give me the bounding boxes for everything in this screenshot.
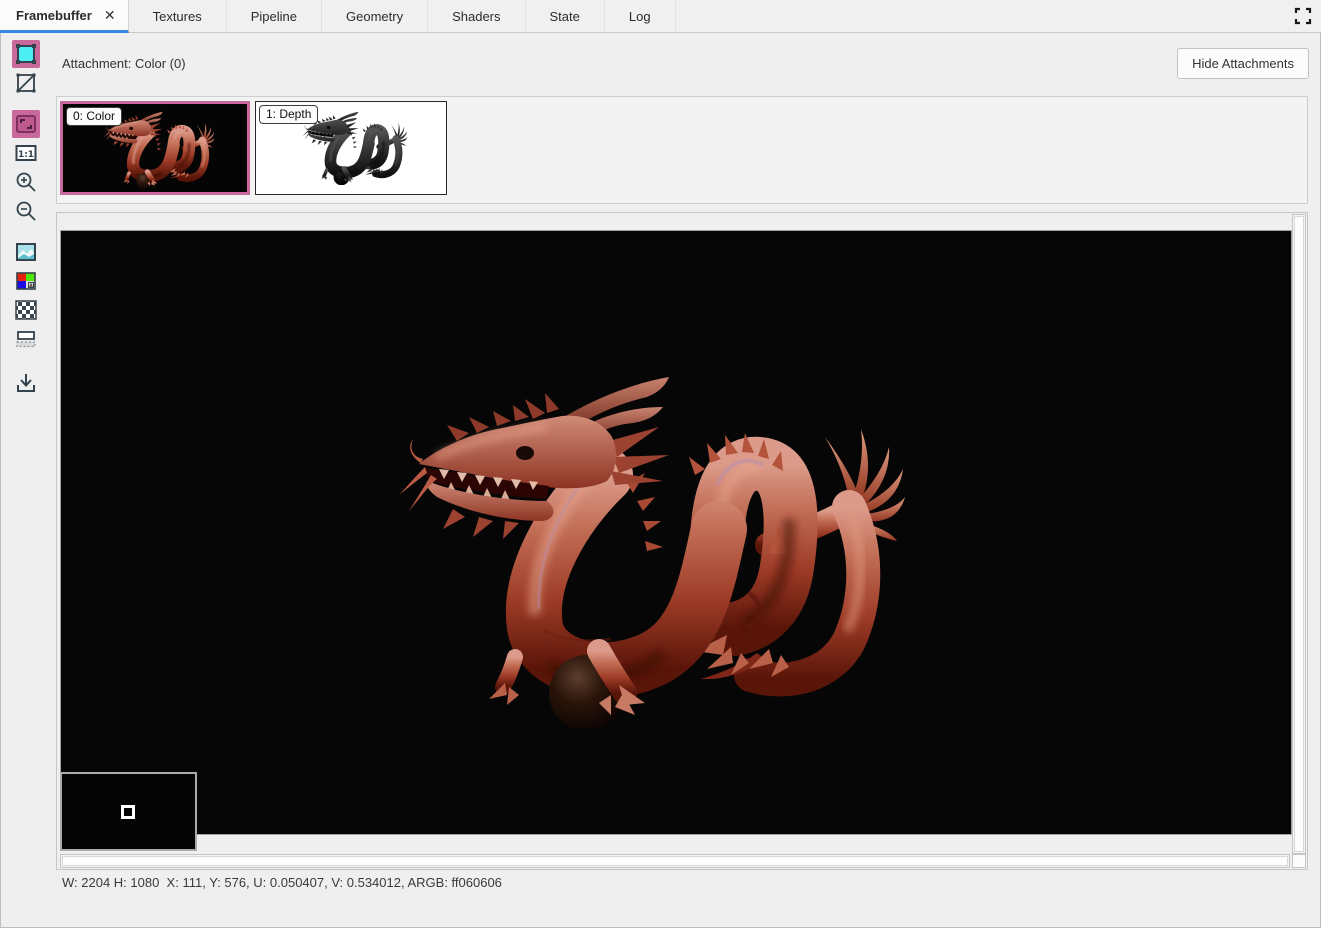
depth-thumbnail-image [302, 110, 408, 185]
attachment-thumbnail-color[interactable]: 0: Color [60, 101, 250, 195]
save-texture-button[interactable] [12, 369, 40, 397]
tab-state[interactable]: State [526, 0, 605, 32]
fullscreen-icon[interactable] [1285, 0, 1321, 32]
attachment-chip-depth: 1: Depth [259, 105, 319, 124]
attachment-chip-color: 0: Color [66, 107, 123, 126]
tab-framebuffer[interactable]: Framebuffer ✕ [0, 0, 129, 33]
display-mode-button[interactable] [12, 40, 40, 68]
horizontal-scrollbar[interactable] [60, 854, 1290, 868]
vertical-scrollbar-thumb[interactable] [1294, 216, 1304, 852]
rgba-channels-button[interactable]: A [12, 267, 40, 295]
dragon-render [397, 369, 907, 729]
horizontal-scrollbar-thumb[interactable] [62, 856, 1288, 866]
tab-geometry[interactable]: Geometry [322, 0, 429, 32]
framebuffer-viewer-window: Framebuffer ✕ Textures Pipeline Geometry… [0, 0, 1321, 928]
texture-viewport [56, 212, 1308, 870]
attachments-strip: 0: Color 1: Depth [56, 96, 1308, 204]
attachment-thumbnail-depth[interactable]: 1: Depth [255, 101, 447, 195]
tab-log[interactable]: Log [605, 0, 676, 32]
one-to-one-text: 1:1 [18, 150, 34, 160]
wireframe-overlay-button[interactable] [12, 69, 40, 97]
checkerboard-background-button[interactable] [12, 296, 40, 324]
svg-text:A: A [29, 283, 33, 289]
tab-bar: Framebuffer ✕ Textures Pipeline Geometry… [0, 0, 1321, 33]
visible-range-button[interactable] [12, 325, 40, 353]
tab-pipeline[interactable]: Pipeline [227, 0, 322, 32]
tab-label: Framebuffer [16, 7, 92, 23]
zoom-in-button[interactable] [12, 168, 40, 196]
pixel-status-text: W: 2204 H: 1080 X: 111, Y: 576, U: 0.050… [62, 875, 502, 890]
background-image-button[interactable] [12, 238, 40, 266]
render-canvas[interactable] [60, 230, 1292, 835]
picked-pixel-marker [121, 805, 135, 819]
zoom-fit-button[interactable] [12, 110, 40, 138]
zoom-1-1-button[interactable]: 1:1 [12, 139, 40, 167]
texture-viewer-toolbar: 1:1 A [10, 40, 42, 398]
tab-spacer [676, 0, 1285, 32]
pixel-context-overlay [60, 772, 197, 851]
hide-attachments-button[interactable]: Hide Attachments [1177, 48, 1309, 79]
attachment-label: Attachment: Color (0) [62, 56, 186, 71]
tab-textures[interactable]: Textures [129, 0, 227, 32]
scrollbar-corner [1292, 854, 1306, 868]
vertical-scrollbar[interactable] [1292, 214, 1306, 854]
tab-shaders[interactable]: Shaders [428, 0, 526, 32]
zoom-out-button[interactable] [12, 197, 40, 225]
close-tab-icon[interactable]: ✕ [104, 8, 116, 22]
